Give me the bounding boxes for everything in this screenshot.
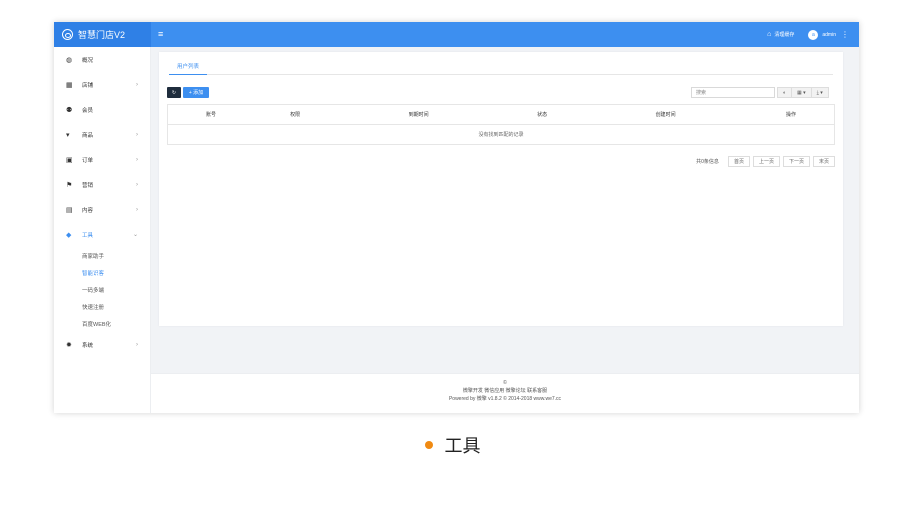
grid-icon: ▦ — [66, 81, 73, 89]
trash-icon: ⌂ — [767, 31, 772, 38]
sidebar-item-3[interactable]: ▾ 商品 › — [54, 122, 150, 147]
last-page-button[interactable]: 末页 — [812, 156, 835, 167]
sidebar-item-label: 内容 — [82, 207, 94, 214]
clear-cache-label: 清理缓存 — [774, 32, 795, 38]
file-icon: ▤ — [66, 206, 73, 214]
sidebar-item-0[interactable]: ◍ 概况 — [54, 47, 150, 72]
caption-text: 工具 — [444, 436, 481, 456]
brand[interactable]: 智慧门店V2 — [54, 22, 151, 47]
toggle-view-button[interactable]: ◐ — [778, 88, 793, 97]
caption-dot — [424, 441, 433, 449]
table-row: 没有找到匹配的记录 — [168, 125, 835, 145]
tab-bar: 用户列表 — [169, 57, 833, 75]
sidebar-item-label: 系统 — [82, 342, 94, 349]
order-icon: ▣ — [66, 156, 73, 164]
chevron-down-icon: ⌄ — [132, 232, 138, 238]
flag-icon: ⚑ — [66, 181, 73, 189]
user-table: 账号 权限 到期时间 状态 创建时间 操作 没有找到匹配的记录 — [167, 104, 835, 145]
app-window: 智慧门店V2 ≡ ⌂ 清理缓存 a admin ⋮ ◍ 概况 ▦ 店铺 › ⚉ 会员 ▾ 商品 ›… — [54, 22, 859, 413]
column-header[interactable]: 到期时间 — [336, 104, 501, 125]
user-name[interactable]: admin — [822, 32, 836, 38]
menu-toggle-icon[interactable]: ≡ — [158, 29, 163, 39]
clear-cache-button[interactable]: ⌂ 清理缓存 — [767, 31, 794, 38]
search-input[interactable] — [691, 87, 775, 98]
chevron-right-icon: › — [136, 341, 138, 348]
chevron-right-icon: › — [136, 206, 138, 213]
refresh-button[interactable]: ↻ — [167, 87, 181, 98]
footer-links[interactable]: 微擎开发 微信应用 微擎论坛 联系客服 — [151, 387, 859, 395]
sidebar-item-6[interactable]: ▤ 内容 › — [54, 197, 150, 222]
sidebar-subitem-1[interactable]: 智能识客 — [54, 264, 150, 281]
sidebar-subitem-0[interactable]: 商家助手 — [54, 247, 150, 264]
column-header[interactable]: 权限 — [253, 104, 337, 125]
sidebar-item-label: 会员 — [82, 107, 94, 114]
page-total: 共0条信息 — [696, 159, 719, 165]
more-vertical-icon[interactable]: ⋮ — [841, 30, 849, 39]
chevron-right-icon: › — [136, 81, 138, 88]
cart-icon: ▾ — [66, 131, 70, 139]
toggle-icon: ◐ — [783, 89, 787, 96]
avatar[interactable]: a — [808, 29, 819, 40]
pagination: 共0条信息 首页 上一页 下一页 末页 — [696, 156, 835, 167]
refresh-icon: ↻ — [171, 89, 177, 96]
logo-icon — [62, 29, 73, 40]
chevron-right-icon: › — [136, 131, 138, 138]
sidebar-subitem-2[interactable]: 一码多端 — [54, 281, 150, 298]
cube-icon: ◆ — [66, 231, 72, 239]
dashboard-icon: ◍ — [66, 56, 73, 64]
sidebar-subitem-4[interactable]: 百度WEB化 — [54, 315, 150, 332]
sidebar-item-7[interactable]: ◆ 工具 ⌄ — [54, 222, 150, 247]
sidebar-item-label: 店铺 — [82, 82, 94, 89]
powered-by: Powered by 微擎 v1.8.2 © 2014-2018 www.we7… — [448, 396, 562, 402]
columns-icon: ▦ ▾ — [797, 89, 806, 96]
next-page-button[interactable]: 下一页 — [782, 156, 810, 167]
table-toolbar: ◐ ▦ ▾ ⤓ ▾ — [777, 87, 829, 98]
sidebar-item-label: 订单 — [82, 157, 94, 164]
footer: © 微擎开发 微信应用 微擎论坛 联系客服 Powered by 微擎 v1.8… — [151, 373, 859, 413]
sidebar-item-label: 营销 — [82, 182, 94, 189]
prev-page-button[interactable]: 上一页 — [752, 156, 780, 167]
columns-button[interactable]: ▦ ▾ — [792, 88, 812, 97]
empty-message: 没有找到匹配的记录 — [478, 132, 524, 138]
sidebar-item-label: 商品 — [82, 132, 94, 139]
chevron-right-icon: › — [136, 156, 138, 163]
chevron-right-icon: › — [136, 181, 138, 188]
top-bar: 智慧门店V2 ≡ ⌂ 清理缓存 a admin ⋮ — [54, 22, 859, 47]
table-header-row: 账号 权限 到期时间 状态 创建时间 操作 — [167, 104, 835, 125]
sidebar-item-4[interactable]: ▣ 订单 › — [54, 147, 150, 172]
add-button[interactable]: + 添加 — [183, 87, 209, 98]
sidebar-subitem-3[interactable]: 快速注册 — [54, 298, 150, 315]
sidebar-item-1[interactable]: ▦ 店铺 › — [54, 72, 150, 97]
gear-icon: ✹ — [66, 341, 72, 349]
main-panel: 用户列表 ↻ + 添加 ◐ ▦ ▾ ⤓ ▾ 账号权限到期时间状态创建时间操作 没… — [159, 52, 843, 326]
sidebar-item-label: 工具 — [82, 232, 94, 239]
top-right-actions: ⌂ 清理缓存 a admin ⋮ — [767, 22, 849, 47]
column-header[interactable]: 状态 — [500, 104, 584, 125]
first-page-button[interactable]: 首页 — [727, 156, 750, 167]
column-header[interactable]: 账号 — [167, 104, 254, 125]
copyright-symbol: © — [503, 380, 507, 386]
brand-title: 智慧门店V2 — [78, 30, 126, 40]
sidebar-item-label: 概况 — [82, 57, 94, 64]
sidebar-item-8[interactable]: ✹ 系统 › — [54, 332, 150, 357]
export-button[interactable]: ⤓ ▾ — [812, 88, 828, 97]
sidebar: ◍ 概况 ▦ 店铺 › ⚉ 会员 ▾ 商品 › ▣ 订单 › ⚑ 营销 › ▤ 内容 › ◆ 工具 ⌄ 商家助手 智能识客 一码… — [54, 47, 151, 413]
column-header[interactable]: 操作 — [747, 104, 835, 125]
tab-user-list[interactable]: 用户列表 — [169, 57, 208, 75]
users-icon: ⚉ — [66, 106, 73, 114]
download-icon: ⤓ ▾ — [816, 89, 823, 96]
sidebar-item-5[interactable]: ⚑ 营销 › — [54, 172, 150, 197]
caption: 工具 — [0, 432, 905, 458]
column-header[interactable]: 创建时间 — [583, 104, 748, 125]
sidebar-item-2[interactable]: ⚉ 会员 — [54, 97, 150, 122]
